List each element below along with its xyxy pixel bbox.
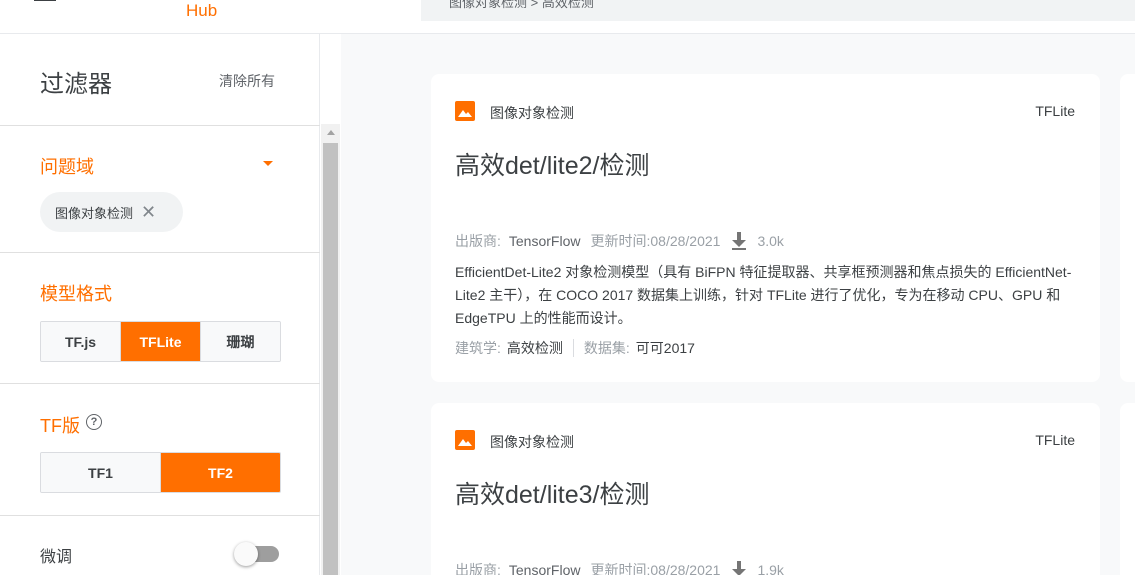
model-title[interactable]: 高效det/lite2/检测 [455,146,650,182]
divider [0,515,320,516]
updated-label: 更新时间: [590,233,651,249]
fine-tune-toggle-knob[interactable] [234,542,258,566]
scroll-up-arrow-icon[interactable] [321,124,340,141]
sidebar-scrollbar[interactable] [321,124,340,575]
dataset-value[interactable]: 可可2017 [636,338,695,358]
next-card-edge [1120,74,1135,382]
scrollbar-thumb[interactable] [323,143,338,575]
image-icon [455,430,475,450]
divider [572,339,574,357]
updated-value: 08/28/2021 [650,562,721,575]
model-tags: 建筑学: 高效检测 数据集: 可可2017 [455,338,695,358]
updated-value: 08/28/2021 [650,233,721,249]
breadcrumb: 图像对象检测 > 高效检测 [421,0,1135,21]
menu-icon[interactable] [34,0,56,3]
model-meta: 出版商: TensorFlow 更新时间: 08/28/2021 1.9k [455,560,784,575]
divider [0,383,320,384]
download-icon [730,231,748,251]
filter-title: 过滤器 [40,71,112,98]
top-bar: Hub 图像对象检测 > 高效检测 [0,0,1135,34]
clear-all-button[interactable]: 清除所有 [219,71,275,91]
model-format-label: TFLite [1035,432,1075,448]
model-title[interactable]: 高效det/lite3/检测 [455,475,650,511]
model-card[interactable]: 图像对象检测 TFLite 高效det/lite2/检测 出版商: Tensor… [431,74,1100,382]
model-description: EfficientDet-Lite2 对象检测模型（具有 BiFPN 特征提取器… [455,264,1072,326]
filter-chip-label: 图像对象检测 [55,205,134,221]
model-format-segmented: TF.js TFLite 珊瑚 [40,321,281,362]
filter-chip[interactable]: 图像对象检测 ✕ [40,192,183,232]
format-option-coral[interactable]: 珊瑚 [201,322,280,361]
dataset-label: 数据集: [583,340,630,356]
image-icon [455,101,475,121]
model-meta: 出版商: TensorFlow 更新时间: 08/28/2021 3.0k [455,231,784,251]
model-type-label: 图像对象检测 [490,105,574,121]
download-icon [730,560,748,575]
format-option-tflite[interactable]: TFLite [121,322,201,361]
version-option-tf1[interactable]: TF1 [41,453,161,492]
publisher-value[interactable]: TensorFlow [509,233,581,249]
publisher-label: 出版商: [455,562,501,575]
fine-tune-label: 微调 [40,549,73,566]
model-card[interactable]: 图像对象检测 TFLite 高效det/lite3/检测 出版商: Tensor… [431,403,1100,575]
results-area: 图像对象检测 TFLite 高效det/lite2/检测 出版商: Tensor… [341,34,1135,575]
problem-domain-title[interactable]: 问题域 [40,153,94,179]
updated-label: 更新时间: [590,562,651,575]
tf-version-segmented: TF1 TF2 [40,452,281,493]
model-format-title: 模型格式 [40,284,112,304]
download-count: 3.0k [757,233,784,249]
brand-hub-text[interactable]: Hub [186,1,217,21]
publisher-value[interactable]: TensorFlow [509,562,581,575]
download-count: 1.9k [757,562,784,575]
publisher-label: 出版商: [455,233,501,249]
help-icon[interactable]: ? [86,414,102,430]
tf-version-title: TF版 [40,416,80,436]
close-icon[interactable]: ✕ [141,203,156,221]
model-format-label: TFLite [1035,103,1075,119]
architecture-label: 建筑学: [455,340,501,356]
divider [0,125,320,126]
format-option-tfjs[interactable]: TF.js [41,322,121,361]
breadcrumb-text[interactable]: 图像对象检测 > 高效检测 [449,0,594,11]
divider [0,252,320,253]
chevron-down-icon[interactable] [263,161,273,166]
architecture-value[interactable]: 高效检测 [507,338,563,358]
next-card-edge [1120,403,1135,575]
model-type-label: 图像对象检测 [490,434,574,450]
filter-sidebar: 过滤器 清除所有 问题域 图像对象检测 ✕ 模型格式 TF.js TFLite … [0,34,320,575]
version-option-tf2[interactable]: TF2 [161,453,280,492]
